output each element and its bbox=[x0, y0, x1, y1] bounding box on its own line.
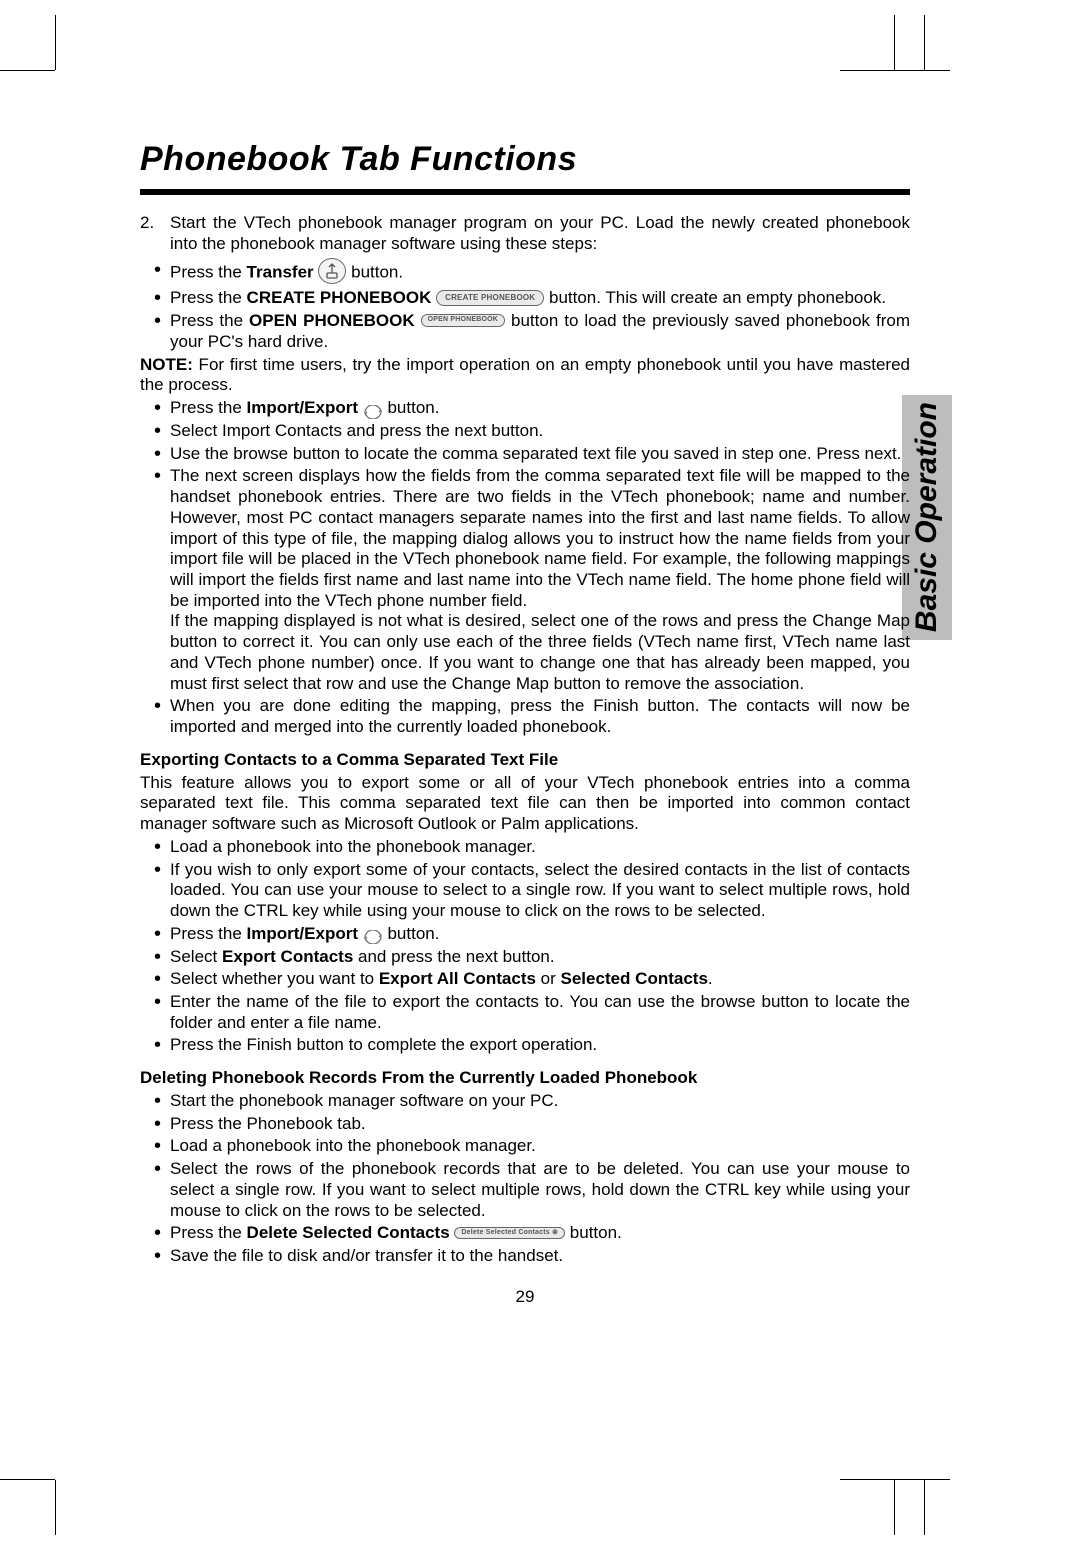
document-page: Basic Operation Phonebook Tab Functions … bbox=[0, 0, 1080, 1550]
list-item: Press the Phonebook tab. bbox=[140, 1114, 910, 1135]
crop-mark bbox=[894, 1480, 895, 1535]
list-item: Load a phonebook into the phonebook mana… bbox=[140, 1136, 910, 1157]
crop-mark bbox=[895, 1479, 950, 1480]
step-text: Start the VTech phonebook manager progra… bbox=[170, 213, 910, 253]
note-paragraph: NOTE: For first time users, try the impo… bbox=[140, 355, 910, 396]
list-item: If you wish to only export some of your … bbox=[140, 860, 910, 922]
crop-mark bbox=[0, 1479, 55, 1480]
list-item: Use the browse button to locate the comm… bbox=[140, 444, 910, 465]
list-item-continuation: If the mapping displayed is not what is … bbox=[170, 611, 910, 694]
open-phonebook-button-icon: OPEN PHONEBOOK bbox=[421, 314, 505, 327]
crop-mark bbox=[840, 70, 895, 71]
bullet-list: Press the Transfer button. Press the CRE… bbox=[140, 260, 910, 352]
list-item: Load a phonebook into the phonebook mana… bbox=[140, 837, 910, 858]
list-item: When you are done editing the mapping, p… bbox=[140, 696, 910, 737]
list-item: Start the phonebook manager software on … bbox=[140, 1091, 910, 1112]
list-item: Press the Import/Export button. bbox=[140, 398, 910, 419]
list-item: Press the Delete Selected Contacts Delet… bbox=[140, 1223, 910, 1244]
create-phonebook-button-icon: CREATE PHONEBOOK bbox=[436, 290, 544, 306]
title-rule bbox=[140, 189, 910, 195]
page-number: 29 bbox=[140, 1287, 910, 1308]
bullet-list: Load a phonebook into the phonebook mana… bbox=[140, 837, 910, 1056]
list-item: Press the Finish button to complete the … bbox=[140, 1035, 910, 1056]
numbered-step: 2. Start the VTech phonebook manager pro… bbox=[140, 213, 910, 254]
list-item: Save the file to disk and/or transfer it… bbox=[140, 1246, 910, 1267]
list-item: Select whether you want to Export All Co… bbox=[140, 969, 910, 990]
list-item: Select the rows of the phonebook records… bbox=[140, 1159, 910, 1221]
subsection-heading: Exporting Contacts to a Comma Separated … bbox=[140, 750, 910, 771]
paragraph: This feature allows you to export some o… bbox=[140, 773, 910, 835]
crop-mark bbox=[924, 15, 925, 70]
crop-mark bbox=[840, 1479, 895, 1480]
crop-mark bbox=[55, 1480, 56, 1535]
list-item: The next screen displays how the fields … bbox=[140, 466, 910, 694]
list-item: Select Export Contacts and press the nex… bbox=[140, 947, 910, 968]
crop-mark bbox=[55, 15, 56, 70]
step-number: 2. bbox=[140, 213, 154, 234]
page-content: Phonebook Tab Functions 2. Start the VTe… bbox=[140, 140, 910, 1308]
bullet-list: Start the phonebook manager software on … bbox=[140, 1091, 910, 1267]
list-item: Press the Transfer button. bbox=[140, 260, 910, 286]
list-item: Select Import Contacts and press the nex… bbox=[140, 421, 910, 442]
crop-mark bbox=[924, 1480, 925, 1535]
section-tab-label: Basic Operation bbox=[912, 402, 942, 632]
list-item: Enter the name of the file to export the… bbox=[140, 992, 910, 1033]
subsection-heading: Deleting Phonebook Records From the Curr… bbox=[140, 1068, 910, 1089]
bullet-list: Press the Import/Export button. Select I… bbox=[140, 398, 910, 738]
list-item: Press the Import/Export button. bbox=[140, 924, 910, 945]
import-export-icon bbox=[363, 404, 383, 418]
page-title: Phonebook Tab Functions bbox=[140, 140, 910, 179]
list-item: Press the OPEN PHONEBOOK OPEN PHONEBOOK … bbox=[140, 311, 910, 352]
transfer-icon bbox=[318, 258, 346, 284]
import-export-icon bbox=[363, 929, 383, 943]
crop-mark bbox=[894, 15, 895, 70]
crop-mark bbox=[0, 70, 55, 71]
list-item: Press the CREATE PHONEBOOK CREATE PHONEB… bbox=[140, 288, 910, 309]
delete-selected-contacts-button-icon: Delete Selected Contacts ⊗ bbox=[454, 1227, 565, 1240]
crop-mark bbox=[895, 70, 950, 71]
